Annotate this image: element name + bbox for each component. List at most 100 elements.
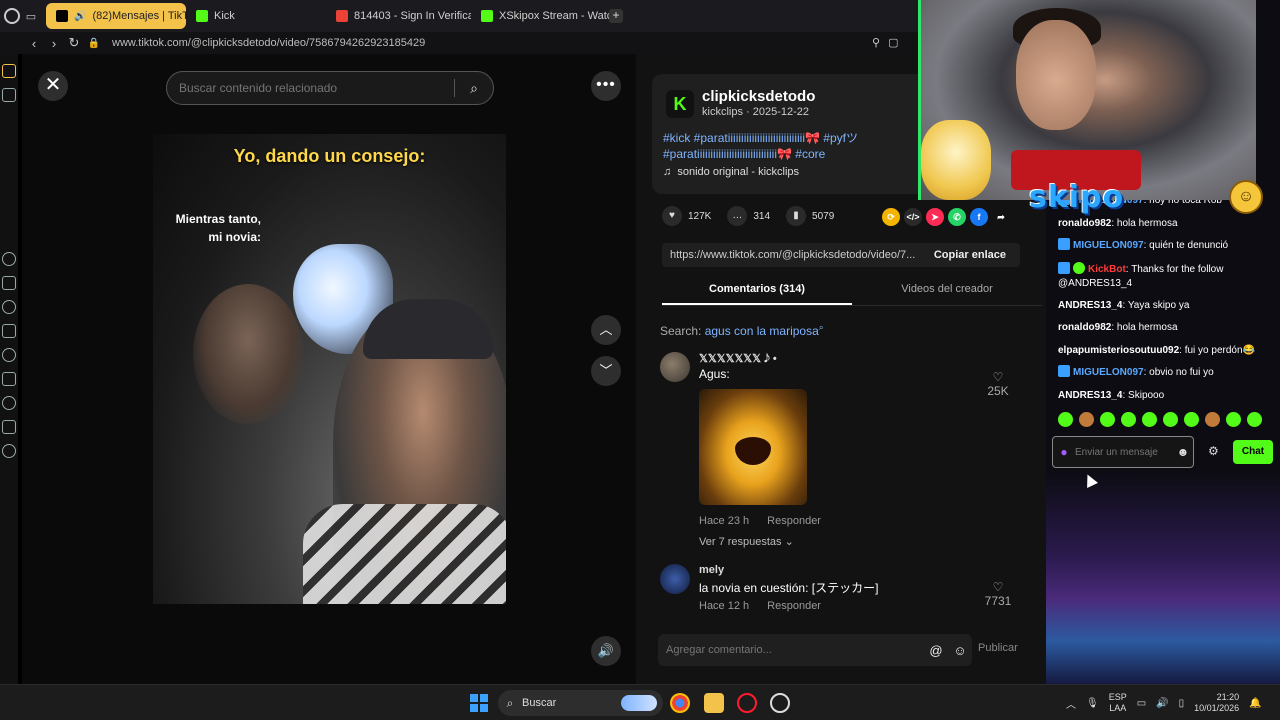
chat-send-button[interactable]: Chat xyxy=(1233,440,1273,464)
battery-icon[interactable]: ▯ xyxy=(1179,698,1185,709)
share-arrow-icon[interactable]: ➦ xyxy=(992,208,1010,226)
emoji-icon[interactable]: ☻ xyxy=(1173,445,1193,459)
extensions-icon[interactable] xyxy=(2,420,16,434)
repost-icon[interactable]: ⟳ xyxy=(882,208,900,226)
opera-gx-icon[interactable] xyxy=(737,693,757,713)
commenter-avatar[interactable] xyxy=(660,564,690,594)
search-icon[interactable]: ⌕ xyxy=(455,80,493,97)
creator-avatar[interactable]: K xyxy=(666,90,694,118)
emote-icon[interactable] xyxy=(1100,412,1115,427)
chat-user[interactable]: ronaldo982 xyxy=(1058,218,1111,229)
emote-icon[interactable] xyxy=(1163,412,1178,427)
commenter-avatar[interactable] xyxy=(660,352,690,382)
app-icon[interactable] xyxy=(770,693,790,713)
emote-icon[interactable] xyxy=(1079,412,1094,427)
save-stat[interactable]: ▮ 5079 xyxy=(786,206,834,226)
emote-icon[interactable] xyxy=(1184,412,1199,427)
clock[interactable]: 21:20 10/01/2026 xyxy=(1194,692,1239,714)
reply-button[interactable]: Responder xyxy=(767,515,821,527)
emote-icon[interactable] xyxy=(1247,412,1262,427)
tray-mic-icon[interactable]: 🎙 xyxy=(1086,698,1099,709)
comment-author[interactable]: 𝕏𝕏𝕏𝕏𝕏𝕏𝕏 𝅘𝅥𝅮 • xyxy=(699,352,777,366)
next-video-chevron-down-icon[interactable]: ﹀ xyxy=(591,356,621,386)
new-tab-plus-icon[interactable]: + xyxy=(609,9,623,23)
mention-at-icon[interactable]: @ xyxy=(924,643,948,658)
comment-author[interactable]: mely xyxy=(699,564,724,576)
emote-icon[interactable] xyxy=(1226,412,1241,427)
related-search-box[interactable]: ⌕ xyxy=(166,71,494,105)
microphone-icon[interactable]: ● xyxy=(1053,445,1075,459)
gamepad-icon[interactable] xyxy=(2,88,16,102)
network-icon[interactable]: ▭ xyxy=(1137,698,1146,709)
emote-icon[interactable] xyxy=(1121,412,1136,427)
emote-icon[interactable] xyxy=(1058,412,1073,427)
tab-comments[interactable]: Comentarios (314) xyxy=(662,278,852,305)
home-icon[interactable] xyxy=(2,64,16,78)
apps-grid-icon[interactable] xyxy=(2,372,16,386)
embed-code-icon[interactable]: </> xyxy=(904,208,922,226)
tab-tiktok[interactable]: 🔊 (82)Mensajes | TikTok xyxy=(46,3,186,29)
publish-button[interactable]: Publicar xyxy=(978,642,1018,654)
tab-kick[interactable]: Kick xyxy=(186,3,326,29)
snapshot-icon[interactable]: ▢ xyxy=(888,36,898,49)
taskbar-search[interactable]: ⌕ Buscar xyxy=(498,690,663,716)
post-description[interactable]: #kick #paratiiiiiiiiiiiiiiiiiiiiiiiiiiii… xyxy=(663,130,907,162)
volume-tray-icon[interactable]: 🔊 xyxy=(1156,698,1168,709)
view-replies[interactable]: Ver 7 respuestas ⌄ xyxy=(699,535,794,548)
aria-icon[interactable] xyxy=(2,252,16,266)
search-suggestion[interactable]: Search: agus con la mariposa⌕ xyxy=(660,322,824,338)
tiktok-sidebar-icon[interactable] xyxy=(2,324,16,338)
player-icon[interactable] xyxy=(2,348,16,362)
url-field[interactable]: www.tiktok.com/@clipkicksdetodo/video/75… xyxy=(112,37,425,49)
language-indicator[interactable]: ESP LAA xyxy=(1109,692,1127,714)
chat-settings-gear-icon[interactable]: ⚙ xyxy=(1208,444,1219,458)
chat-user[interactable]: KickBot xyxy=(1088,264,1126,275)
facebook-icon[interactable]: f xyxy=(970,208,988,226)
chatgpt-icon[interactable] xyxy=(2,300,16,314)
pin-icon[interactable]: ⚲ xyxy=(872,36,880,49)
tab-kick-stream[interactable]: XSkipox Stream - Watch Li xyxy=(471,3,609,29)
chat-user[interactable]: elpapumisteriosoutuu092 xyxy=(1058,345,1179,356)
like-stat[interactable]: ♥ 127K xyxy=(662,206,711,226)
tab-menu-icon[interactable]: ▭ xyxy=(20,10,42,23)
reload-icon[interactable]: ↻ xyxy=(64,35,84,51)
comment-stat[interactable]: … 314 xyxy=(727,206,770,226)
emoji-icon[interactable]: ☺ xyxy=(948,643,972,658)
history-icon[interactable] xyxy=(2,396,16,410)
related-search-input[interactable] xyxy=(167,81,454,95)
reply-button[interactable]: Responder xyxy=(767,600,821,612)
emote-icon[interactable] xyxy=(1142,412,1157,427)
send-icon[interactable]: ➤ xyxy=(926,208,944,226)
tab-gmail[interactable]: 814403 - Sign In Verificat xyxy=(326,3,471,29)
video-player[interactable]: Yo, dando un consejo: Mientras tanto, mi… xyxy=(153,134,506,604)
chat-user[interactable]: ronaldo982 xyxy=(1058,322,1111,333)
whatsapp-icon[interactable]: ✆ xyxy=(948,208,966,226)
volume-icon[interactable]: 🔊 xyxy=(591,636,621,666)
chat-user[interactable]: MIGUELON097 xyxy=(1073,240,1144,251)
comment-sticker-image[interactable] xyxy=(699,389,807,505)
more-options-icon[interactable]: ••• xyxy=(591,71,621,101)
opera-logo-icon[interactable] xyxy=(4,8,20,24)
video-link-text[interactable]: https://www.tiktok.com/@clipkicksdetodo/… xyxy=(662,249,920,261)
emote-icon[interactable] xyxy=(1205,412,1220,427)
chat-user[interactable]: ANDRES13_4 xyxy=(1058,390,1122,401)
chrome-icon[interactable] xyxy=(670,693,690,713)
notification-bell-icon[interactable]: 🔔 xyxy=(1249,698,1261,709)
copy-link-button[interactable]: Copiar enlace xyxy=(920,249,1020,261)
sound-link[interactable]: ♫ sonido original - kickclips xyxy=(663,166,799,178)
chat-user[interactable]: MIGUELON097 xyxy=(1073,367,1144,378)
comment-input[interactable] xyxy=(658,644,924,656)
tab-creator-videos[interactable]: Videos del creador xyxy=(852,278,1042,305)
creator-name[interactable]: clipkicksdetodo xyxy=(702,88,815,105)
close-icon[interactable]: ✕ xyxy=(38,71,68,101)
chat-message-input[interactable] xyxy=(1075,446,1173,458)
comment-like[interactable]: ♡ 25K xyxy=(978,370,1018,398)
bag-icon[interactable] xyxy=(2,276,16,290)
comment-like[interactable]: ♡ 7731 xyxy=(978,580,1018,608)
settings-gear-icon[interactable] xyxy=(2,444,16,458)
windows-start-icon[interactable] xyxy=(470,694,488,712)
chat-user[interactable]: ANDRES13_4 xyxy=(1058,300,1122,311)
tray-chevron-up-icon[interactable]: ︿ xyxy=(1066,696,1076,711)
file-explorer-icon[interactable] xyxy=(704,693,724,713)
back-arrow-icon[interactable]: ‹ xyxy=(24,36,44,51)
